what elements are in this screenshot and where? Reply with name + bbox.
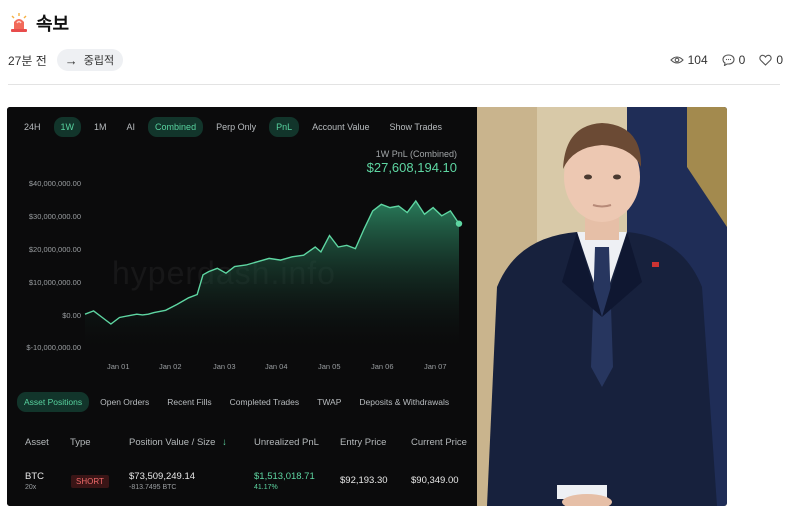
row-size: -813.7495 BTC bbox=[129, 484, 177, 491]
post-title: 속보 bbox=[36, 14, 70, 34]
short-badge: SHORT bbox=[71, 475, 109, 488]
eye-icon bbox=[669, 56, 684, 64]
post-stats: 104 0 0 bbox=[669, 53, 783, 67]
sort-down-icon: ↓ bbox=[222, 437, 227, 448]
row-entry-price: $92,193.30 bbox=[340, 475, 388, 486]
post-image: 24H 1W 1M AI Combined Perp Only PnL Acco… bbox=[7, 107, 727, 506]
portrait-photo bbox=[477, 107, 727, 506]
x-tick: Jan 06 bbox=[371, 362, 394, 371]
row-pnl-pct: 41.17% bbox=[254, 484, 278, 491]
post-meta: 27분 전 → 중립적 104 0 0 bbox=[8, 48, 783, 72]
comment-icon bbox=[722, 54, 735, 66]
tab-completed-trades[interactable]: Completed Trades bbox=[223, 392, 306, 412]
col-entry-price[interactable]: Entry Price bbox=[340, 437, 386, 448]
x-tick: Jan 03 bbox=[213, 362, 236, 371]
pnl-end-marker bbox=[455, 220, 463, 227]
likes-stat[interactable]: 0 bbox=[759, 53, 783, 67]
heart-icon bbox=[759, 54, 772, 66]
row-unrealized-pnl: $1,513,018.71 bbox=[254, 471, 315, 482]
views-stat: 104 bbox=[669, 53, 708, 67]
x-tick: Jan 04 bbox=[265, 362, 288, 371]
col-type[interactable]: Type bbox=[70, 437, 91, 448]
likes-count: 0 bbox=[776, 53, 783, 67]
sentiment-chip[interactable]: → 중립적 bbox=[56, 49, 124, 71]
row-position-value: $73,509,249.14 bbox=[129, 471, 196, 482]
comments-count: 0 bbox=[738, 53, 746, 67]
sentiment-label: 중립적 bbox=[83, 55, 115, 67]
tab-asset-positions[interactable]: Asset Positions bbox=[17, 392, 90, 412]
col-position-value[interactable]: Position Value / Size ↓ bbox=[129, 437, 227, 448]
x-tick: Jan 02 bbox=[159, 362, 182, 371]
x-tick: Jan 05 bbox=[318, 362, 341, 371]
tab-open-orders[interactable]: Open Orders bbox=[93, 392, 156, 412]
col-position-value-label: Position Value / Size bbox=[129, 437, 216, 448]
arrow-right-icon: → bbox=[64, 52, 78, 68]
tab-twap[interactable]: TWAP bbox=[310, 392, 348, 412]
comments-stat[interactable]: 0 bbox=[722, 53, 746, 67]
row-asset[interactable]: BTC bbox=[25, 471, 44, 482]
header-divider bbox=[8, 84, 780, 85]
pnl-area bbox=[85, 201, 459, 347]
col-current-price[interactable]: Current Price bbox=[411, 437, 467, 448]
post-time: 27분 전 bbox=[8, 53, 47, 68]
col-unrealized-pnl[interactable]: Unrealized PnL bbox=[254, 437, 319, 448]
x-tick: Jan 01 bbox=[107, 362, 130, 371]
x-tick: Jan 07 bbox=[424, 362, 447, 371]
row-leverage: 20x bbox=[25, 484, 37, 491]
portrait-illustration bbox=[477, 107, 727, 506]
row-current-price: $90,349.00 bbox=[411, 475, 459, 486]
tab-deposits-withdrawals[interactable]: Deposits & Withdrawals bbox=[352, 392, 456, 412]
pnl-dashboard: 24H 1W 1M AI Combined Perp Only PnL Acco… bbox=[7, 107, 477, 506]
col-asset[interactable]: Asset bbox=[25, 437, 49, 448]
siren-icon bbox=[10, 13, 28, 33]
pnl-chart bbox=[84, 199, 463, 347]
post-header: 속보 bbox=[10, 10, 69, 36]
views-count: 104 bbox=[687, 53, 708, 67]
tab-recent-fills[interactable]: Recent Fills bbox=[160, 392, 218, 412]
position-tabs: Asset Positions Open Orders Recent Fills… bbox=[17, 392, 456, 412]
